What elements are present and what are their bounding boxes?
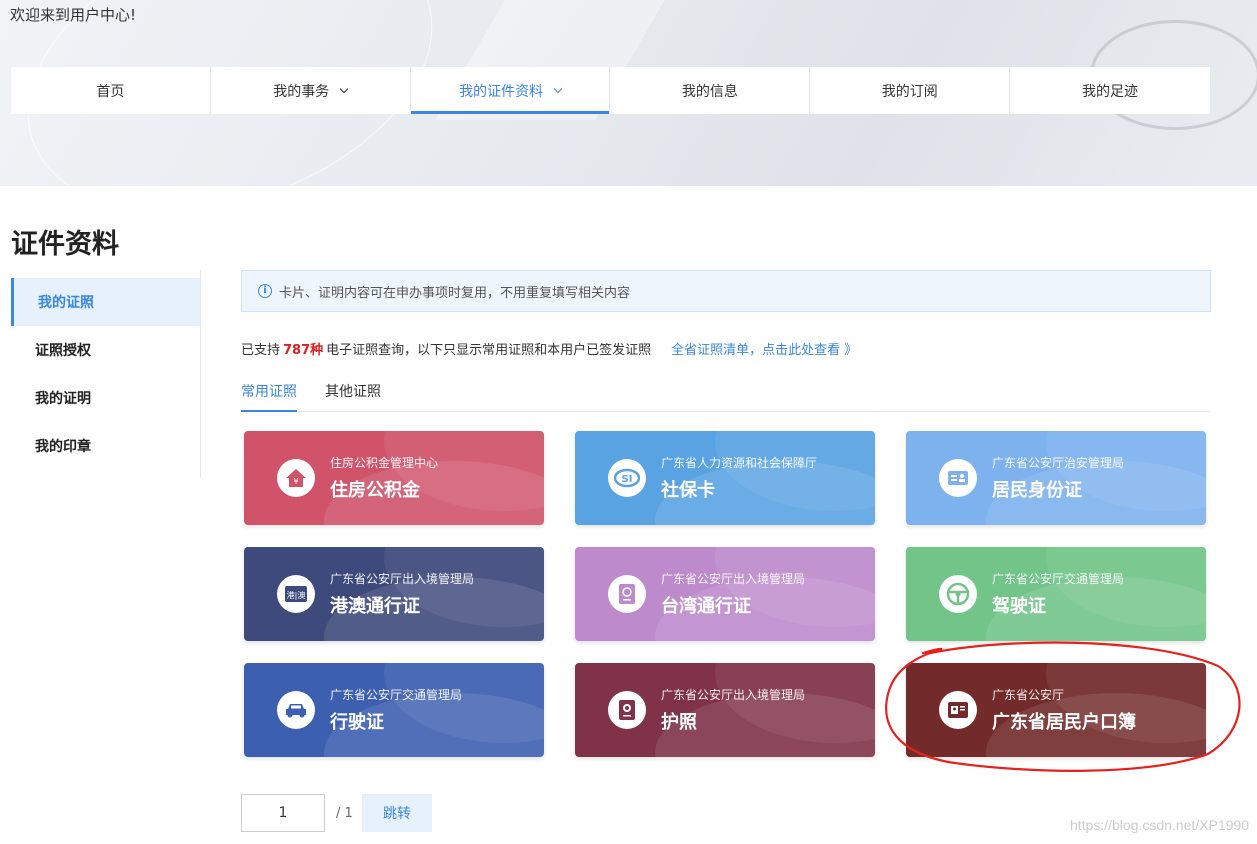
info-icon: i (258, 284, 272, 298)
id-card-icon (939, 459, 977, 497)
red-circle-annotation (885, 641, 1241, 772)
page-title: 证件资料 (11, 229, 119, 260)
full-list-link[interactable]: 全省证照清单，点击此处查看 》 (671, 343, 857, 358)
notice-bar: i 卡片、证明内容可在申办事项时复用，不用重复填写相关内容 (241, 270, 1211, 312)
social-security-icon: SI (608, 459, 646, 497)
car-icon (277, 691, 315, 729)
nav-item-my-footprints[interactable]: 我的足迹 (1010, 67, 1210, 114)
summary-line: 已支持 787种 电子证照查询，以下只显示常用证照和本用户已签发证照 全省证照清单，点… (241, 343, 858, 358)
passport-icon (608, 691, 646, 729)
hk-macau-pass-icon: 港|澳 (277, 575, 315, 613)
sidebar-item-license-authorization[interactable]: 证照授权 (11, 326, 200, 374)
nav-item-home[interactable]: 首页 (11, 67, 211, 114)
tab-other-licenses[interactable]: 其他证照 (325, 370, 381, 411)
license-card-social-security[interactable]: SI 广东省人力资源和社会保障厅 社保卡 (575, 431, 875, 525)
svg-text:港|澳: 港|澳 (287, 590, 306, 600)
welcome-text: 欢迎来到用户中心! (10, 6, 137, 24)
tab-common-licenses[interactable]: 常用证照 (241, 370, 297, 412)
top-navigation: 首页 我的事务 我的证件资料 我的信息 我的订阅 我的足迹 (11, 67, 1210, 114)
nav-item-my-subscriptions[interactable]: 我的订阅 (810, 67, 1011, 114)
taiwan-pass-icon (608, 575, 646, 613)
chevron-down-icon (339, 84, 349, 93)
sidebar-item-my-seals[interactable]: 我的印章 (11, 422, 200, 470)
license-tabs: 常用证照 其他证照 (241, 370, 1211, 412)
sidebar: 我的证照 证照授权 我的证明 我的印章 (11, 270, 201, 478)
license-card-taiwan-pass[interactable]: 广东省公安厅出入境管理局 台湾通行证 (575, 547, 875, 641)
chevron-down-icon (553, 84, 563, 93)
svg-text:SI: SI (622, 474, 633, 485)
steering-wheel-icon (939, 575, 977, 613)
svg-text:¥: ¥ (293, 477, 298, 486)
page-total: / 1 (336, 806, 353, 821)
nav-item-my-info[interactable]: 我的信息 (610, 67, 811, 114)
sidebar-item-my-certificates[interactable]: 我的证明 (11, 374, 200, 422)
license-card-hk-macau-pass[interactable]: 港|澳 广东省公安厅出入境管理局 港澳通行证 (244, 547, 544, 641)
license-card-driver-license[interactable]: 广东省公安厅交通管理局 驾驶证 (906, 547, 1206, 641)
house-icon: ¥ (277, 459, 315, 497)
sidebar-item-my-licenses[interactable]: 我的证照 (11, 278, 200, 326)
license-card-housing-fund[interactable]: ¥ 住房公积金管理中心 住房公积金 (244, 431, 544, 525)
license-card-vehicle-license[interactable]: 广东省公安厅交通管理局 行驶证 (244, 663, 544, 757)
watermark: https://blog.csdn.net/XP1990 (1069, 817, 1249, 833)
nav-item-my-documents[interactable]: 我的证件资料 (410, 67, 611, 114)
notice-text: 卡片、证明内容可在申办事项时复用，不用重复填写相关内容 (279, 285, 631, 301)
license-card-passport[interactable]: 广东省公安厅出入境管理局 护照 (575, 663, 875, 757)
license-count: 787种 (283, 343, 324, 358)
page-number-input[interactable] (241, 794, 325, 832)
jump-button[interactable]: 跳转 (362, 794, 432, 832)
nav-item-my-affairs[interactable]: 我的事务 (211, 67, 411, 114)
license-card-id-card[interactable]: 广东省公安厅治安管理局 居民身份证 (906, 431, 1206, 525)
